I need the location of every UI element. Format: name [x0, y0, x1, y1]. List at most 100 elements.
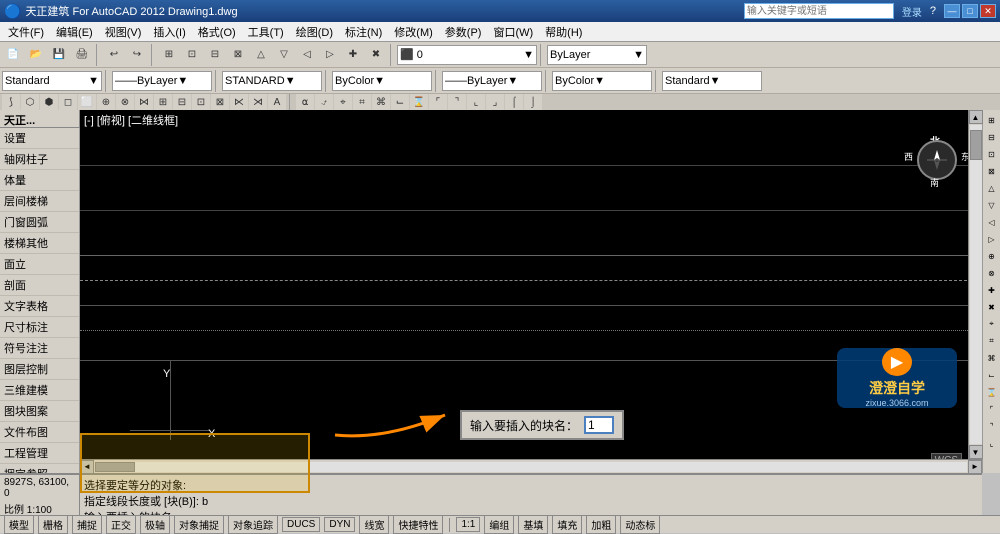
tb-btn-4[interactable]: ⊠ — [227, 44, 249, 66]
search-input[interactable] — [744, 3, 894, 19]
cad-tool-6[interactable]: ⊕ — [97, 94, 115, 112]
status-bold[interactable]: 加粗 — [586, 515, 616, 534]
status-dyn[interactable]: DYN — [324, 517, 355, 532]
vscroll-up-button[interactable]: ▲ — [969, 110, 983, 124]
block-name-input[interactable] — [584, 416, 614, 434]
cad-tool-4[interactable]: ◻ — [59, 94, 77, 112]
cad-tool-28[interactable]: ⌡ — [524, 94, 542, 112]
standard3-dropdown[interactable]: Standard ▼ — [662, 71, 762, 91]
status-group[interactable]: 编组 — [484, 515, 514, 534]
cad-tool-17[interactable]: ⍻ — [315, 94, 333, 112]
rt-btn-10[interactable]: ⊗ — [984, 265, 1000, 281]
cad-tool-3[interactable]: ⬢ — [40, 94, 58, 112]
tb-btn-7[interactable]: ◁ — [296, 44, 318, 66]
vscroll-down-button[interactable]: ▼ — [969, 445, 983, 459]
cad-tool-13[interactable]: ⋉ — [230, 94, 248, 112]
menu-view[interactable]: 视图(V) — [99, 22, 148, 42]
tb-btn-2[interactable]: ⊡ — [181, 44, 203, 66]
rt-btn-18[interactable]: ⌜ — [984, 401, 1000, 417]
cad-tool-26[interactable]: ⌟ — [486, 94, 504, 112]
tz-item-dim[interactable]: 尺寸标注 — [0, 317, 79, 338]
save-button[interactable]: 💾 — [48, 44, 70, 66]
status-model[interactable]: 模型 — [4, 515, 34, 534]
tb-btn-1[interactable]: ⊞ — [158, 44, 180, 66]
rt-btn-9[interactable]: ⊕ — [984, 248, 1000, 264]
hscroll-right-button[interactable]: ► — [968, 460, 982, 474]
rt-btn-13[interactable]: ⌖ — [984, 316, 1000, 332]
cad-tool-18[interactable]: ⌖ — [334, 94, 352, 112]
status-osnap[interactable]: 对象捕捉 — [174, 515, 224, 534]
menu-params[interactable]: 参数(P) — [439, 22, 488, 42]
undo-button[interactable]: ↩ — [103, 44, 125, 66]
rt-btn-8[interactable]: ▷ — [984, 231, 1000, 247]
cad-tool-10[interactable]: ⊟ — [173, 94, 191, 112]
bylayer2-dropdown[interactable]: —— ByLayer ▼ — [442, 71, 542, 91]
tz-item-floor-stairs[interactable]: 层间楼梯 — [0, 191, 79, 212]
menu-tools[interactable]: 工具(T) — [242, 22, 290, 42]
tz-item-block[interactable]: 图块图案 — [0, 401, 79, 422]
menu-dimension[interactable]: 标注(N) — [339, 22, 388, 42]
cad-tool-25[interactable]: ⌞ — [467, 94, 485, 112]
cad-tool-21[interactable]: ⌙ — [391, 94, 409, 112]
rt-btn-14[interactable]: ⌗ — [984, 333, 1000, 349]
cad-tool-15[interactable]: A — [268, 94, 286, 112]
tz-item-eng-mgmt[interactable]: 工程管理 — [0, 443, 79, 464]
cad-tool-5[interactable]: ⬜ — [78, 94, 96, 112]
status-lw[interactable]: 线宽 — [359, 515, 389, 534]
rt-btn-4[interactable]: ⊠ — [984, 163, 1000, 179]
new-button[interactable]: 📄 — [2, 44, 24, 66]
bylayer-dropdown[interactable]: —— ByLayer ▼ — [112, 71, 212, 91]
rt-btn-6[interactable]: ▽ — [984, 197, 1000, 213]
tb-btn-3[interactable]: ⊟ — [204, 44, 226, 66]
tz-item-volume[interactable]: 体量 — [0, 170, 79, 191]
tz-item-layer[interactable]: 图层控制 — [0, 359, 79, 380]
login-link[interactable]: 登录 — [902, 4, 922, 19]
rt-btn-15[interactable]: ⌘ — [984, 350, 1000, 366]
vscroll-track[interactable] — [970, 125, 982, 444]
rt-btn-7[interactable]: ◁ — [984, 214, 1000, 230]
cad-tool-2[interactable]: ⬡ — [21, 94, 39, 112]
menu-format[interactable]: 格式(O) — [192, 22, 242, 42]
cad-tool-11[interactable]: ⊡ — [192, 94, 210, 112]
tz-item-file-layout[interactable]: 文件布图 — [0, 422, 79, 443]
linetype-dropdown[interactable]: ByLayer▼ — [547, 45, 647, 65]
tb-btn-9[interactable]: ✚ — [342, 44, 364, 66]
status-ducs[interactable]: DUCS — [282, 517, 320, 532]
cad-tool-27[interactable]: ⌠ — [505, 94, 523, 112]
tz-item-door-window[interactable]: 门窗圆弧 — [0, 212, 79, 233]
status-qp[interactable]: 快捷特性 — [393, 515, 443, 534]
tz-item-symbol[interactable]: 符号注注 — [0, 338, 79, 359]
standard2-dropdown[interactable]: STANDARD ▼ — [222, 71, 322, 91]
status-base[interactable]: 基填 — [518, 515, 548, 534]
close-button[interactable]: ✕ — [980, 4, 996, 18]
rt-btn-1[interactable]: ⊞ — [984, 112, 1000, 128]
cad-tool-1[interactable]: ⟆ — [2, 94, 20, 112]
tz-item-axis[interactable]: 轴网柱子 — [0, 149, 79, 170]
status-fill[interactable]: 填充 — [552, 515, 582, 534]
rt-btn-3[interactable]: ⊡ — [984, 146, 1000, 162]
cad-tool-9[interactable]: ⊞ — [154, 94, 172, 112]
cad-tool-23[interactable]: ⌜ — [429, 94, 447, 112]
tb-btn-5[interactable]: △ — [250, 44, 272, 66]
status-dynamic[interactable]: 动态标 — [620, 515, 660, 534]
cad-tool-19[interactable]: ⌗ — [353, 94, 371, 112]
status-snap[interactable]: 捕捉 — [72, 515, 102, 534]
tz-item-stairs-other[interactable]: 楼梯其他 — [0, 233, 79, 254]
bycolor-dropdown[interactable]: ByColor ▼ — [332, 71, 432, 91]
menu-draw[interactable]: 绘图(D) — [290, 22, 339, 42]
help-icon[interactable]: ? — [930, 5, 936, 17]
bycolor2-dropdown[interactable]: ByColor ▼ — [552, 71, 652, 91]
vertical-scrollbar[interactable]: ▲ ▼ — [968, 110, 982, 459]
menu-insert[interactable]: 插入(I) — [147, 22, 191, 42]
status-polar[interactable]: 极轴 — [140, 515, 170, 534]
cad-tool-24[interactable]: ⌝ — [448, 94, 466, 112]
canvas-area[interactable]: [-] [俯视] [二维线框] Y X 北 东 南 西 WCS 输入要插入的块名… — [80, 110, 982, 473]
open-button[interactable]: 📂 — [25, 44, 47, 66]
rt-btn-12[interactable]: ✖ — [984, 299, 1000, 315]
tz-item-text-table[interactable]: 文字表格 — [0, 296, 79, 317]
rt-btn-17[interactable]: ⌛ — [984, 384, 1000, 400]
tb-btn-10[interactable]: ✖ — [365, 44, 387, 66]
status-scale[interactable]: 1:1 — [456, 517, 480, 532]
maximize-button[interactable]: □ — [962, 4, 978, 18]
standard-dropdown[interactable]: Standard▼ — [2, 71, 102, 91]
